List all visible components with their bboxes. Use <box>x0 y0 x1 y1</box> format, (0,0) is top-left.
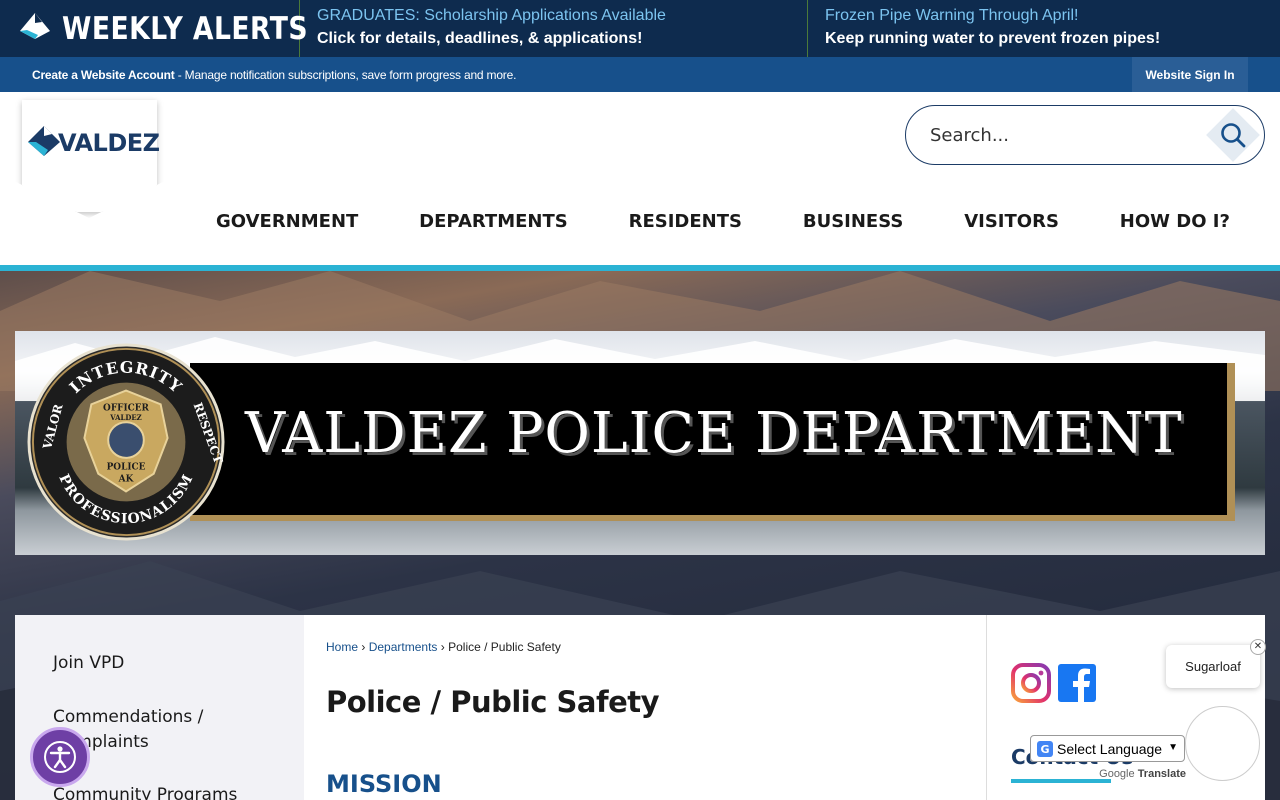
badge-police: POLICE <box>107 463 146 473</box>
instagram-icon[interactable] <box>1011 663 1051 703</box>
breadcrumb: Home › Departments › Police / Public Saf… <box>326 640 561 654</box>
breadcrumb-separator: › <box>361 640 369 654</box>
police-seal-icon: INTEGRITY PROFESSIONALISM VALOR RESPECT … <box>27 343 225 541</box>
valdez-mountain-logo-icon <box>26 122 62 163</box>
nav-how-do-i[interactable]: HOW DO I? <box>1120 202 1230 242</box>
website-sign-in-button[interactable]: Website Sign In <box>1132 57 1248 92</box>
google-wordmark: Google <box>1099 768 1135 780</box>
sidebar-item-community-programs[interactable]: Community Programs <box>53 783 237 800</box>
site-header: VALDEZ GOVERNMENT DEPARTMENTS RESIDENTS … <box>0 92 1280 266</box>
create-account-link[interactable]: Create a Website Account <box>32 68 175 82</box>
alert-description: Keep running water to prevent frozen pip… <box>825 30 1161 47</box>
google-translate-widget: G Select Language ▼ Google Translate <box>1030 735 1186 785</box>
breadcrumb-separator: › <box>440 640 449 654</box>
language-select[interactable]: G Select Language ▼ <box>1030 735 1185 762</box>
nav-departments[interactable]: DEPARTMENTS <box>419 202 568 242</box>
search-icon <box>1221 123 1246 148</box>
sugarloaf-popup[interactable]: Sugarloaf ✕ <box>1166 639 1266 688</box>
account-bar: Create a Website Account - Manage notifi… <box>0 57 1280 92</box>
site-logo: VALDEZ <box>26 122 160 163</box>
department-banner: VALDEZ POLICE DEPARTMENT INTEGRITY PROFE… <box>15 331 1265 555</box>
accessibility-icon <box>44 741 76 773</box>
language-select-label: Select Language <box>1057 740 1163 757</box>
close-icon[interactable]: ✕ <box>1250 639 1266 655</box>
sidebar-item-join-vpd[interactable]: Join VPD <box>53 651 124 676</box>
facebook-icon[interactable] <box>1057 663 1097 703</box>
weekly-alerts-brand[interactable]: WEEKLY ALERTS <box>0 0 308 57</box>
main-content: Home › Departments › Police / Public Saf… <box>304 615 987 800</box>
banner-title: VALDEZ POLICE DEPARTMENT <box>245 401 1183 466</box>
account-description: - Manage notification subscriptions, sav… <box>174 67 517 82</box>
logo-wordmark: VALDEZ <box>58 128 160 157</box>
svg-text:G: G <box>1040 743 1049 756</box>
page-title: Police / Public Safety <box>326 685 660 719</box>
badge-officer: OFFICER <box>103 403 149 413</box>
google-g-icon: G <box>1037 740 1053 757</box>
search-button[interactable] <box>1210 112 1256 158</box>
badge-valdez: VALDEZ <box>109 413 141 422</box>
accessibility-button[interactable] <box>30 727 90 787</box>
search-input[interactable] <box>930 120 1200 150</box>
breadcrumb-home[interactable]: Home <box>326 640 358 654</box>
chat-widget-circle[interactable] <box>1185 706 1260 781</box>
badge-ak: AK <box>118 475 135 485</box>
alert-item-scholarship[interactable]: GRADUATES: Scholarship Applications Avai… <box>300 0 808 57</box>
nav-government[interactable]: GOVERNMENT <box>216 202 358 242</box>
account-message: Create a Website Account - Manage notifi… <box>0 68 516 82</box>
alert-item-frozen-pipe[interactable]: Frozen Pipe Warning Through April! Keep … <box>808 0 1280 57</box>
alert-title: GRADUATES: Scholarship Applications Avai… <box>317 7 666 24</box>
nav-residents[interactable]: RESIDENTS <box>629 202 742 242</box>
home-logo-link[interactable]: VALDEZ <box>22 100 160 212</box>
mission-heading: MISSION <box>326 770 442 798</box>
nav-visitors[interactable]: VISITORS <box>964 202 1059 242</box>
translate-link: Translate <box>1137 768 1186 780</box>
chevron-down-icon: ▼ <box>1168 742 1178 753</box>
popup-label: Sugarloaf <box>1185 659 1241 674</box>
breadcrumb-departments[interactable]: Departments <box>369 640 438 654</box>
weekly-alerts-title: WEEKLY ALERTS <box>62 10 309 47</box>
alert-title: Frozen Pipe Warning Through April! <box>825 7 1079 24</box>
nav-business[interactable]: BUSINESS <box>803 202 903 242</box>
main-navigation: GOVERNMENT DEPARTMENTS RESIDENTS BUSINES… <box>178 202 1268 242</box>
search-box <box>905 105 1265 165</box>
mountain-logo-icon <box>18 9 52 48</box>
powered-by-google-translate[interactable]: Google Translate <box>1099 768 1186 780</box>
alert-description: Click for details, deadlines, & applicat… <box>317 30 643 47</box>
breadcrumb-current: Police / Public Safety <box>448 640 561 654</box>
alert-bar: WEEKLY ALERTS GRADUATES: Scholarship App… <box>0 0 1280 57</box>
